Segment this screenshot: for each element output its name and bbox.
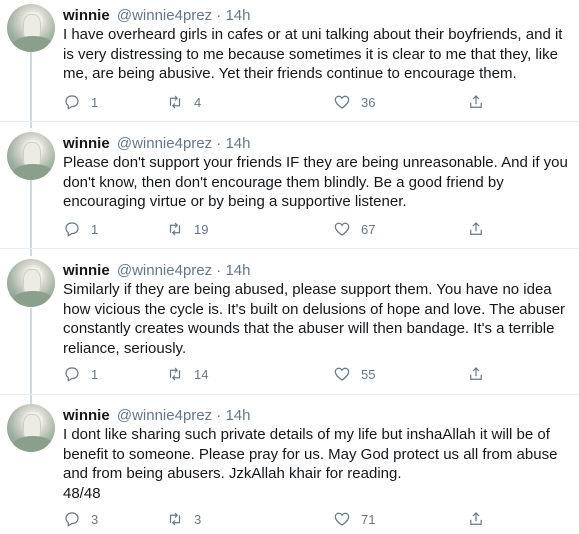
separator-dot: · <box>216 262 222 279</box>
like-button[interactable]: 67 <box>333 219 375 239</box>
heart-icon <box>334 367 350 381</box>
user-handle[interactable]: @winnie4prez <box>117 407 212 424</box>
avatar[interactable] <box>7 4 55 52</box>
separator-dot: · <box>216 407 222 424</box>
reply-count: 1 <box>91 94 99 110</box>
like-count: 67 <box>361 221 376 237</box>
reply-count: 3 <box>91 511 99 527</box>
like-count: 55 <box>361 366 376 382</box>
retweet-count: 19 <box>194 221 209 237</box>
reply-count: 1 <box>91 221 99 237</box>
tweet-text: Please don't support your friends IF the… <box>63 154 568 210</box>
divider <box>0 121 579 122</box>
reply-button[interactable]: 1 <box>63 92 98 112</box>
avatar[interactable] <box>7 132 55 180</box>
like-count: 36 <box>361 94 376 110</box>
separator-dot: · <box>216 7 222 24</box>
divider <box>0 394 579 395</box>
tweet-header: winnie @winnie4prez · 14h <box>63 134 251 153</box>
display-name[interactable]: winnie <box>63 407 110 424</box>
tweet-actions: 1 4 36 <box>63 92 563 112</box>
user-handle[interactable]: @winnie4prez <box>117 7 212 24</box>
tweet-header: winnie @winnie4prez · 14h <box>63 406 251 425</box>
timestamp[interactable]: 14h <box>225 135 250 152</box>
user-handle[interactable]: @winnie4prez <box>117 262 212 279</box>
tweet-actions: 3 3 71 <box>63 509 563 529</box>
like-count: 71 <box>361 511 376 527</box>
retweet-icon <box>169 367 181 381</box>
tweet-actions: 1 14 55 <box>63 364 563 384</box>
display-name[interactable]: winnie <box>63 135 110 152</box>
retweet-icon <box>169 222 181 236</box>
tweet-text: I have overheard girls in cafes or at un… <box>63 26 563 82</box>
retweet-icon <box>169 512 181 526</box>
like-button[interactable]: 71 <box>333 509 375 529</box>
retweet-count: 14 <box>194 366 209 382</box>
display-name[interactable]: winnie <box>63 7 110 24</box>
share-icon <box>470 367 482 380</box>
tweet[interactable]: winnie @winnie4prez · 14h Similarly if t… <box>0 259 579 397</box>
timestamp[interactable]: 14h <box>225 262 250 279</box>
retweet-button[interactable]: 19 <box>166 219 208 239</box>
like-button[interactable]: 55 <box>333 364 375 384</box>
tweet[interactable]: winnie @winnie4prez · 14h I have overhea… <box>0 4 579 122</box>
tweet-header: winnie @winnie4prez · 14h <box>63 261 251 280</box>
reply-icon <box>65 367 79 382</box>
timestamp[interactable]: 14h <box>225 407 250 424</box>
reply-button[interactable]: 1 <box>63 364 98 384</box>
share-button[interactable] <box>467 509 485 529</box>
divider <box>0 248 579 249</box>
heart-icon <box>334 95 350 109</box>
separator-dot: · <box>216 135 222 152</box>
share-button[interactable] <box>467 92 485 112</box>
share-button[interactable] <box>467 364 485 384</box>
retweet-button[interactable]: 3 <box>166 509 201 529</box>
avatar[interactable] <box>7 404 55 452</box>
avatar[interactable] <box>7 259 55 307</box>
retweet-button[interactable]: 14 <box>166 364 208 384</box>
reply-icon <box>65 95 79 110</box>
heart-icon <box>334 222 350 236</box>
retweet-count: 4 <box>194 94 202 110</box>
reply-button[interactable]: 3 <box>63 509 98 529</box>
reply-button[interactable]: 1 <box>63 219 98 239</box>
timestamp[interactable]: 14h <box>225 7 250 24</box>
share-button[interactable] <box>467 219 485 239</box>
like-button[interactable]: 36 <box>333 92 375 112</box>
display-name[interactable]: winnie <box>63 262 110 279</box>
tweet-actions: 1 19 67 <box>63 219 563 239</box>
tweet-header: winnie @winnie4prez · 14h <box>63 6 251 25</box>
reply-icon <box>65 222 79 237</box>
retweet-icon <box>169 95 181 109</box>
tweet-text: Similarly if they are being abused, plea… <box>63 281 566 357</box>
reply-icon <box>65 512 79 527</box>
tweet[interactable]: winnie @winnie4prez · 14h Please don't s… <box>0 132 579 250</box>
retweet-button[interactable]: 4 <box>166 92 201 112</box>
share-icon <box>470 95 482 108</box>
tweet-text: I dont like sharing such private details… <box>63 426 558 502</box>
reply-count: 1 <box>91 366 99 382</box>
share-icon <box>470 512 482 525</box>
heart-icon <box>334 512 350 526</box>
retweet-count: 3 <box>194 511 202 527</box>
user-handle[interactable]: @winnie4prez <box>117 135 212 152</box>
tweet[interactable]: winnie @winnie4prez · 14h I dont like sh… <box>0 404 579 534</box>
share-icon <box>470 222 482 235</box>
